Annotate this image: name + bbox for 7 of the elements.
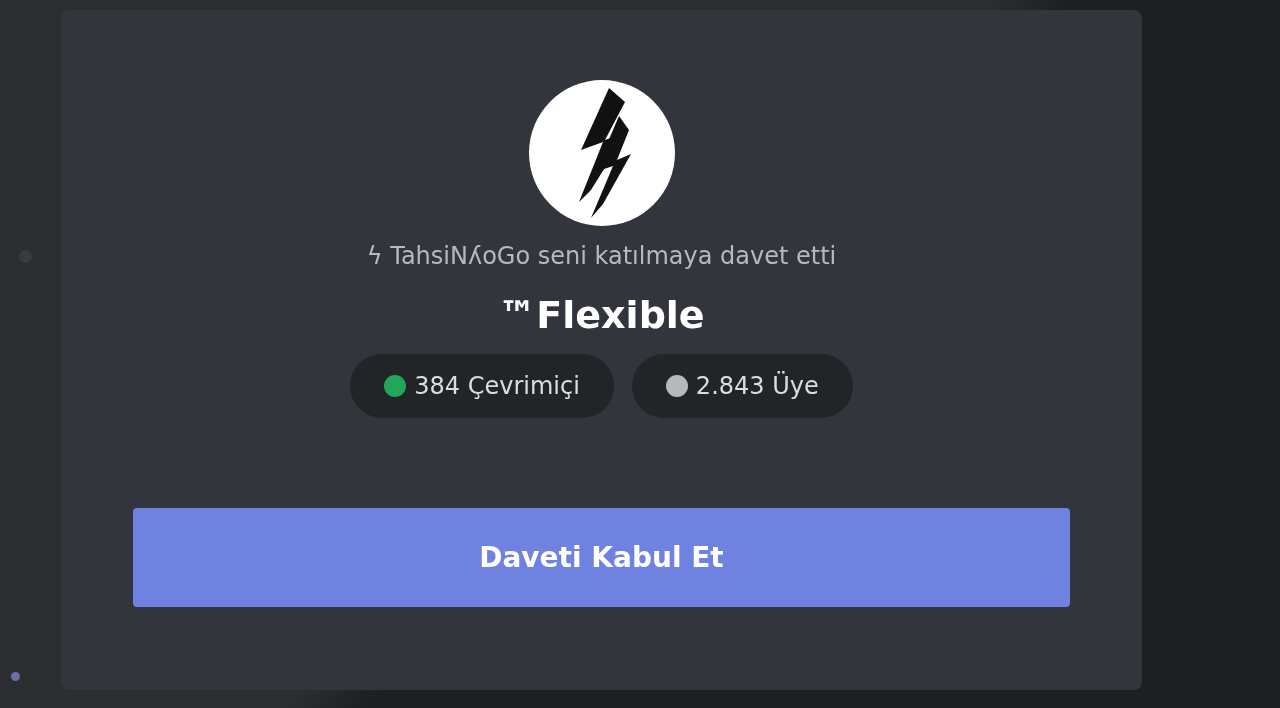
member-count: 384 Çevrimiçi (414, 372, 580, 400)
server-avatar-icon (528, 80, 675, 226)
background-dot (11, 672, 20, 681)
server-name: ™Flexible (498, 292, 705, 338)
accept-invite-button[interactable]: Daveti Kabul Et (133, 508, 1070, 607)
member-count: 2.843 Üye (695, 372, 819, 400)
inviter-text: ϟ TahsiNʎoGo seni katılmaya davet etti (366, 241, 837, 272)
